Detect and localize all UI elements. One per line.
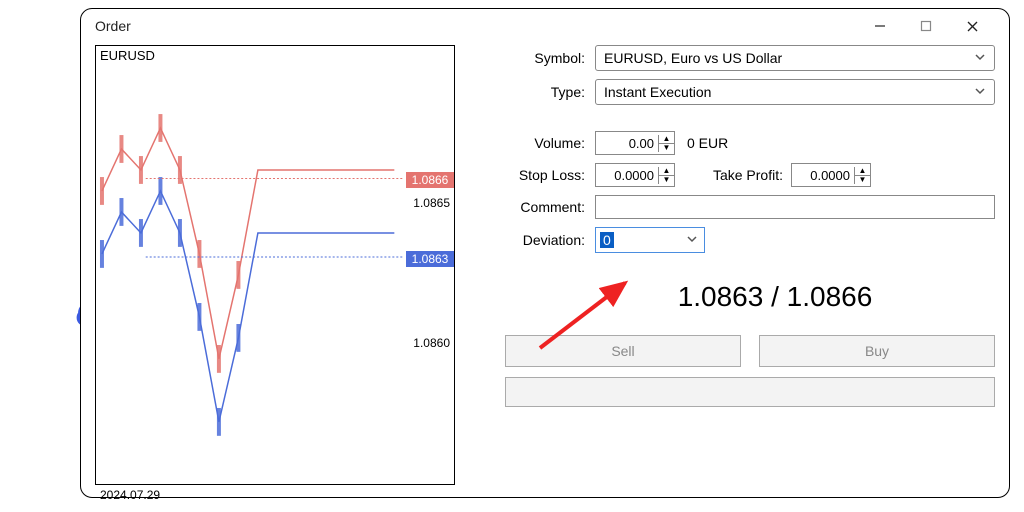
chart-date: 2024.07.29 bbox=[100, 488, 160, 502]
spin-down-icon[interactable]: ▼ bbox=[855, 176, 870, 184]
bid-price: 1.0863 bbox=[678, 281, 764, 312]
axis-label: 1.0865 bbox=[413, 196, 450, 210]
stoploss-stepper[interactable]: ▲▼ bbox=[595, 163, 675, 187]
deviation-label: Deviation: bbox=[495, 232, 595, 248]
bid-price-tag: 1.0863 bbox=[406, 251, 454, 267]
maximize-button[interactable] bbox=[903, 9, 949, 43]
symbol-dropdown[interactable]: EURUSD, Euro vs US Dollar bbox=[595, 45, 995, 71]
volume-unit: 0 EUR bbox=[675, 135, 728, 151]
window-title: Order bbox=[95, 18, 857, 34]
takeprofit-stepper[interactable]: ▲▼ bbox=[791, 163, 871, 187]
takeprofit-input[interactable] bbox=[792, 168, 854, 183]
chart-svg bbox=[96, 46, 454, 484]
spin-down-icon[interactable]: ▼ bbox=[659, 176, 674, 184]
symbol-value: EURUSD, Euro vs US Dollar bbox=[604, 50, 782, 66]
order-form: Symbol: EURUSD, Euro vs US Dollar Type: … bbox=[455, 43, 995, 487]
minimize-button[interactable] bbox=[857, 9, 903, 43]
stoploss-input[interactable] bbox=[596, 168, 658, 183]
ask-price: 1.0866 bbox=[787, 281, 873, 312]
deviation-dropdown[interactable]: 0 bbox=[595, 227, 705, 253]
status-bar bbox=[505, 377, 995, 407]
spin-down-icon[interactable]: ▼ bbox=[659, 144, 674, 152]
type-value: Instant Execution bbox=[604, 84, 711, 100]
takeprofit-label: Take Profit: bbox=[705, 167, 791, 183]
volume-input[interactable] bbox=[596, 136, 658, 151]
stoploss-label: Stop Loss: bbox=[495, 167, 595, 183]
price-quote: 1.0863 / 1.0866 bbox=[555, 281, 995, 313]
titlebar: Order bbox=[81, 9, 1009, 43]
type-label: Type: bbox=[495, 84, 595, 100]
price-chart: EURUSD 1.0866 1.0863 1.0865 1.0860 2024.… bbox=[95, 45, 455, 485]
comment-label: Comment: bbox=[495, 199, 595, 215]
symbol-label: Symbol: bbox=[495, 50, 595, 66]
sell-button[interactable]: Sell bbox=[505, 335, 741, 367]
axis-label: 1.0860 bbox=[413, 336, 450, 350]
ask-price-tag: 1.0866 bbox=[406, 172, 454, 188]
chevron-down-icon bbox=[974, 50, 986, 66]
type-dropdown[interactable]: Instant Execution bbox=[595, 79, 995, 105]
order-window: Order EURUSD 1.0866 1.0863 1.0865 1.0860… bbox=[80, 8, 1010, 498]
chevron-down-icon bbox=[686, 232, 698, 248]
chevron-down-icon bbox=[974, 84, 986, 100]
buy-button[interactable]: Buy bbox=[759, 335, 995, 367]
deviation-value: 0 bbox=[600, 232, 614, 248]
volume-stepper[interactable]: ▲▼ bbox=[595, 131, 675, 155]
close-button[interactable] bbox=[949, 9, 995, 43]
comment-input[interactable] bbox=[595, 195, 995, 219]
volume-label: Volume: bbox=[495, 135, 595, 151]
